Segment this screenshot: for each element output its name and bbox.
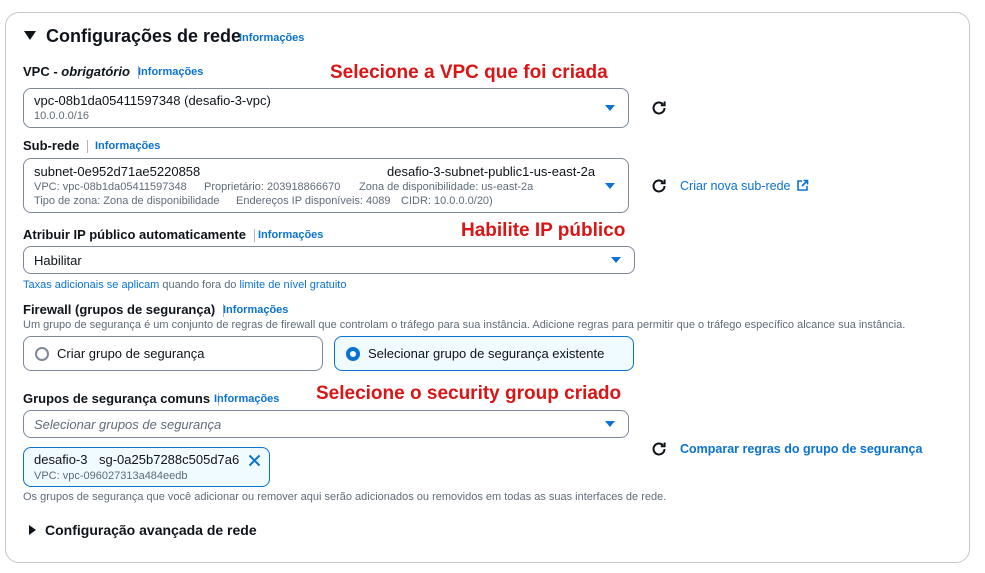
external-link-icon bbox=[797, 179, 809, 191]
public-ip-annotation: Habilite IP público bbox=[461, 220, 626, 241]
caret-down-icon bbox=[605, 105, 615, 111]
token-group-name: desafio-3 bbox=[34, 452, 88, 467]
firewall-description: Um grupo de segurança é um conjunto de r… bbox=[23, 319, 906, 331]
caret-down-icon bbox=[605, 421, 615, 427]
subnet-available-ips: Endereços IP disponíveis: 4089 bbox=[236, 195, 391, 207]
refresh-icon[interactable] bbox=[650, 177, 668, 195]
compare-rules-link[interactable]: Comparar regras do grupo de segurança bbox=[680, 442, 922, 456]
expand-icon[interactable] bbox=[29, 525, 36, 535]
subnet-name: desafio-3-subnet-public1-us-east-2a bbox=[387, 164, 596, 179]
common-groups-info-link[interactable]: Informações bbox=[214, 393, 279, 405]
public-ip-label: Atribuir IP público automaticamente bbox=[23, 227, 263, 243]
token-vpc: VPC: vpc-096027313a484eedb bbox=[34, 470, 188, 482]
subnet-label: Sub-rede bbox=[23, 138, 96, 154]
common-groups-label-text: Grupos de segurança comuns bbox=[23, 391, 211, 406]
vpc-cidr: 10.0.0.0/16 bbox=[34, 110, 90, 122]
public-ip-note-text: quando fora do bbox=[159, 279, 240, 291]
firewall-label: Firewall (grupos de segurança) bbox=[23, 302, 232, 318]
common-groups-label: Grupos de segurança comuns bbox=[23, 391, 227, 407]
subnet-select[interactable]: subnet-0e952d71ae5220858 desafio-3-subne… bbox=[23, 158, 629, 213]
public-ip-label-text: Atribuir IP público automaticamente bbox=[23, 227, 246, 242]
vpc-select[interactable]: vpc-08b1da05411597348 (desafio-3-vpc) 10… bbox=[23, 88, 629, 128]
section-info-link[interactable]: Informações bbox=[239, 32, 304, 44]
subnet-zone-type: Tipo de zona: Zona de disponibilidade bbox=[34, 195, 220, 207]
create-subnet-link[interactable]: Criar nova sub-rede bbox=[680, 179, 809, 193]
caret-down-icon bbox=[605, 183, 615, 189]
public-ip-value: Habilitar bbox=[34, 253, 82, 268]
security-group-token: desafio-3 sg-0a25b7288c505d7a6 VPC: vpc-… bbox=[23, 447, 270, 487]
collapse-caret-icon[interactable] bbox=[24, 31, 36, 40]
refresh-icon[interactable] bbox=[650, 440, 668, 458]
create-subnet-link-text: Criar nova sub-rede bbox=[680, 179, 791, 193]
vpc-required-text: obrigatório bbox=[61, 64, 130, 79]
subnet-vpc: VPC: vpc-08b1da05411597348 bbox=[34, 181, 187, 193]
subnet-owner: Proprietário: 203918866670 bbox=[204, 181, 341, 193]
subnet-info-link[interactable]: Informações bbox=[95, 140, 160, 152]
caret-down-icon bbox=[611, 257, 621, 263]
firewall-label-text: Firewall (grupos de segurança) bbox=[23, 302, 216, 317]
token-group-id: sg-0a25b7288c505d7a6 bbox=[99, 452, 240, 467]
divider bbox=[87, 140, 89, 154]
subnet-label-text: Sub-rede bbox=[23, 138, 80, 153]
security-groups-footer: Os grupos de segurança que você adiciona… bbox=[23, 491, 667, 503]
vpc-select-value: vpc-08b1da05411597348 (desafio-3-vpc) bbox=[34, 93, 271, 108]
security-group-annotation: Selecione o security group criado bbox=[316, 383, 622, 404]
radio-create-security-group[interactable]: Criar grupo de segurança bbox=[23, 336, 323, 371]
firewall-info-link[interactable]: Informações bbox=[223, 304, 288, 316]
vpc-label: VPC - obrigatório bbox=[23, 64, 147, 80]
close-icon[interactable] bbox=[248, 454, 261, 467]
public-ip-select[interactable]: Habilitar bbox=[23, 246, 635, 274]
vpc-label-text: VPC - bbox=[23, 64, 62, 79]
subnet-id: subnet-0e952d71ae5220858 bbox=[34, 164, 201, 179]
section-title: Configurações de rede bbox=[46, 26, 242, 46]
vpc-info-link[interactable]: Informações bbox=[138, 66, 203, 78]
public-ip-info-link[interactable]: Informações bbox=[258, 229, 323, 241]
radio-select-existing-security-group[interactable]: Selecionar grupo de segurança existente bbox=[334, 336, 634, 371]
vpc-annotation: Selecione a VPC que foi criada bbox=[330, 62, 608, 83]
security-groups-select[interactable]: Selecionar grupos de segurança bbox=[23, 410, 629, 438]
security-groups-placeholder: Selecionar grupos de segurança bbox=[34, 417, 222, 432]
public-ip-note: Taxas adicionais se aplicam quando fora … bbox=[23, 279, 346, 291]
radio-button[interactable] bbox=[35, 347, 49, 361]
radio-select-label: Selecionar grupo de segurança existente bbox=[368, 346, 605, 361]
subnet-cidr: CIDR: 10.0.0.0/20) bbox=[401, 195, 493, 207]
advanced-network-config-toggle[interactable]: Configuração avançada de rede bbox=[45, 522, 257, 538]
radio-create-label: Criar grupo de segurança bbox=[57, 346, 205, 361]
free-tier-link[interactable]: limite de nível gratuito bbox=[239, 279, 346, 291]
divider bbox=[253, 229, 255, 243]
additional-fees-link[interactable]: Taxas adicionais se aplicam bbox=[23, 279, 159, 291]
refresh-icon[interactable] bbox=[650, 99, 668, 117]
subnet-zone: Zona de disponibilidade: us-east-2a bbox=[359, 181, 534, 193]
radio-button-selected[interactable] bbox=[346, 347, 360, 361]
